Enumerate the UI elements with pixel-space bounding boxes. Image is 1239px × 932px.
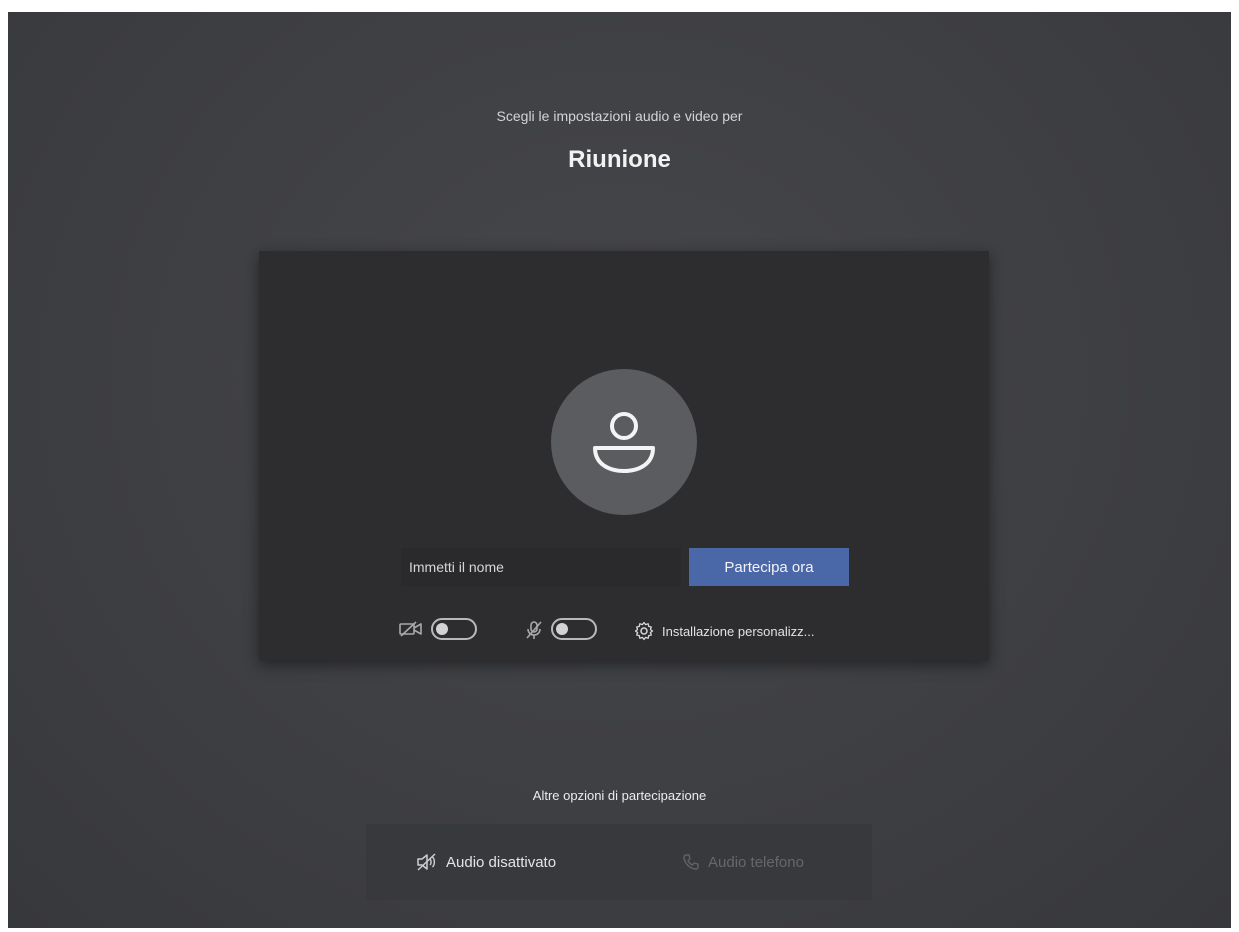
- avatar: [551, 369, 697, 515]
- audio-off-option[interactable]: Audio disattivato: [416, 848, 556, 876]
- camera-toggle-knob: [436, 623, 448, 635]
- mic-off-icon: [525, 620, 543, 645]
- custom-settings-link[interactable]: Installazione personalizz...: [634, 619, 814, 643]
- speaker-off-icon: [417, 853, 436, 871]
- custom-settings-label: Installazione personalizz...: [662, 623, 815, 639]
- camera-off-icon: [399, 620, 423, 643]
- other-options-panel: Audio disattivato Audio telefono: [366, 824, 872, 900]
- phone-audio-option[interactable]: Audio telefono: [682, 848, 804, 876]
- gear-icon: [634, 621, 654, 641]
- phone-icon: [683, 854, 699, 870]
- video-preview-panel: Partecipa ora: [259, 251, 989, 661]
- mic-toggle[interactable]: [551, 618, 597, 640]
- device-controls: Installazione personalizz...: [389, 616, 889, 646]
- audio-off-label: Audio disattivato: [446, 853, 557, 871]
- page-subtitle: Scegli le impostazioni audio e video per: [496, 108, 743, 124]
- meeting-prejoin-screen: Scegli le impostazioni audio e video per…: [8, 12, 1231, 928]
- meeting-title: Riunione: [568, 146, 671, 173]
- camera-toggle[interactable]: [431, 618, 477, 640]
- other-options-title: Altre opzioni di partecipazione: [532, 788, 707, 803]
- mic-toggle-knob: [556, 623, 568, 635]
- name-input[interactable]: [401, 548, 681, 586]
- person-icon: [593, 412, 655, 473]
- phone-audio-label: Audio telefono: [708, 853, 804, 871]
- join-now-button[interactable]: Partecipa ora: [689, 548, 849, 586]
